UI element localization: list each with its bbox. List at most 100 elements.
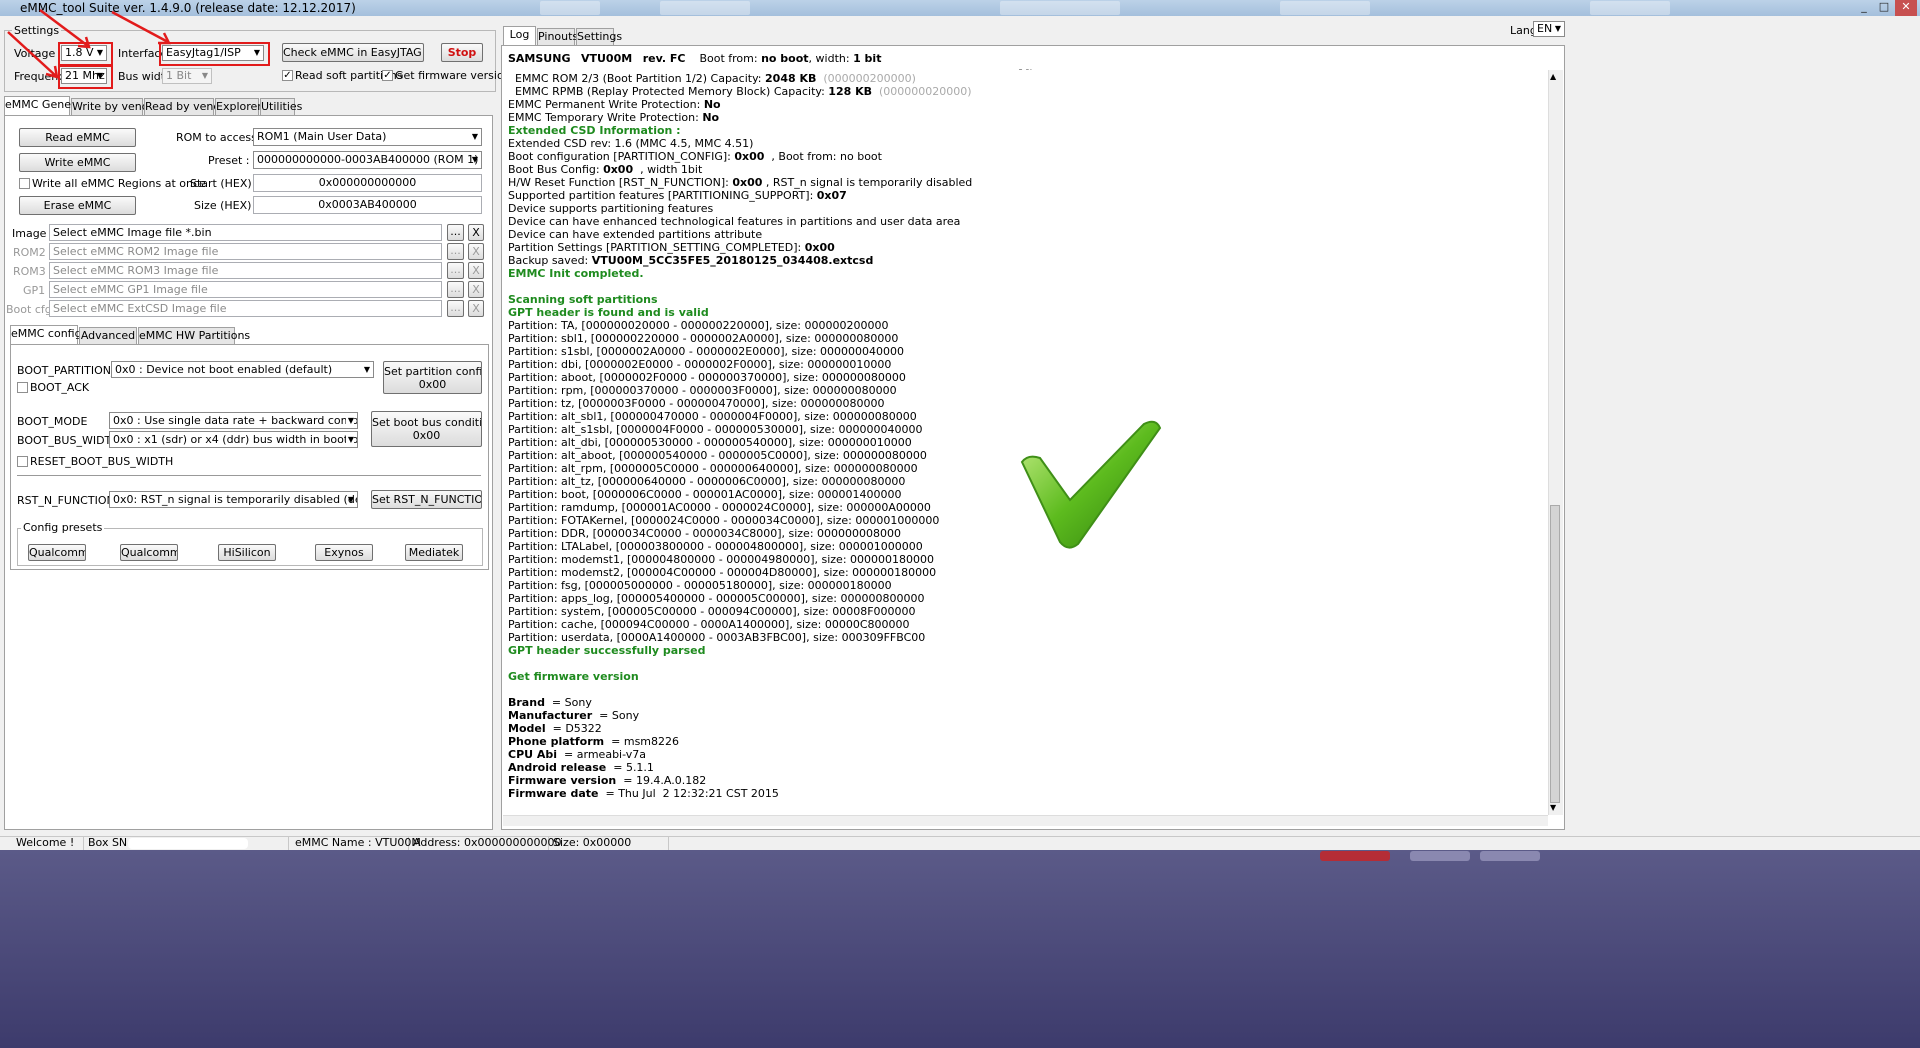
minimize-icon[interactable]: _ [1855, 0, 1873, 16]
boot-from-label: Boot from: [699, 52, 758, 65]
log-segment: Get firmware version [508, 670, 639, 683]
set-boot-bus-button[interactable]: Set boot bus conditions:0x00 [371, 411, 482, 447]
stop-button[interactable]: Stop [441, 43, 483, 62]
log-segment: No [702, 111, 720, 124]
log-line: Boot Bus Config: 0x00 , width 1bit [508, 163, 702, 176]
rom3-clear-button[interactable]: X [468, 262, 484, 279]
tab-utilities[interactable]: Utilities [260, 98, 302, 115]
preset-qualcomm-2-button[interactable]: Qualcomm 2 [120, 544, 178, 561]
boot-from-value: no boot [761, 52, 809, 65]
background-window-tab [660, 1, 750, 15]
boot-partition-en-select[interactable]: 0x0 : Device not boot enabled (default) ▼ [111, 361, 374, 378]
set-partition-config-button[interactable]: Set partition config:0x00 [383, 361, 482, 394]
log-line: Partition: alt_dbi, [000000530000 - 0000… [508, 436, 912, 449]
read-emmc-button[interactable]: Read eMMC [19, 128, 136, 147]
tab-write-by-vendor[interactable]: Write by vendor [71, 98, 160, 115]
tab-log[interactable]: Log [503, 26, 536, 46]
preset-mediatek-button[interactable]: Mediatek [405, 544, 463, 561]
tab-explorer[interactable]: Explorer [215, 98, 262, 115]
image-clear-button[interactable]: X [468, 224, 484, 241]
log-line: Scanning soft partitions [508, 293, 658, 306]
log-segment: Boot configuration [PARTITION_CONFIG]: [508, 150, 735, 163]
log-segment: , Boot from: no boot [764, 150, 882, 163]
write-emmc-button[interactable]: Write eMMC [19, 153, 136, 172]
reset-boot-bus-width-checkbox[interactable] [17, 456, 28, 467]
size-hex-input[interactable]: 0x0003AB400000 [253, 196, 482, 214]
log-segment: Partition: alt_sbl1, [000000470000 - 000… [508, 410, 917, 423]
log-line: Partition: DDR, [0000034C0000 - 0000034C… [508, 527, 901, 540]
log-segment: H/W Reset Function [RST_N_FUNCTION]: [508, 176, 733, 189]
boot-mode-select[interactable]: 0x0 : Use single data rate + backward co… [109, 412, 358, 429]
tab-emmc-hw-partitions[interactable]: eMMC HW Partitions [138, 327, 250, 344]
log-segment: = 5.1.1 [606, 761, 654, 774]
chevron-down-icon: ▼ [471, 155, 478, 164]
log-line: EMMC Temporary Write Protection: No [508, 111, 719, 124]
maximize-icon[interactable]: □ [1875, 0, 1893, 16]
scroll-down-icon[interactable]: ▼ [1550, 803, 1556, 812]
rom3-browse-button[interactable]: ... [447, 262, 464, 279]
preset-hisilicon-button[interactable]: HiSilicon [218, 544, 276, 561]
start-hex-input[interactable]: 0x000000000000 [253, 174, 482, 192]
rom2-file-input[interactable]: Select eMMC ROM2 Image file [49, 243, 442, 260]
scroll-up-icon[interactable]: ▲ [1550, 72, 1556, 81]
log-segment: GPT header is found and is valid [508, 306, 709, 319]
log-line: Device can have extended partitions attr… [508, 228, 762, 241]
boot-cfg-browse-button[interactable]: ... [447, 300, 464, 317]
log-segment: , RST_n signal is temporarily disabled [762, 176, 973, 189]
log-scrollbar-thumb[interactable] [1550, 505, 1560, 803]
log-hscrollbar[interactable] [503, 815, 1548, 826]
taskbar-item[interactable] [1480, 851, 1540, 861]
write-all-regions-checkbox[interactable] [19, 178, 30, 189]
background-window-tab [540, 1, 600, 15]
boot-bus-width-select[interactable]: 0x0 : x1 (sdr) or x4 (ddr) bus width in … [109, 431, 358, 448]
get-firmware-version-checkbox[interactable]: ✓ [382, 70, 393, 81]
log-line: Partition: fsg, [000005000000 - 00000518… [508, 579, 892, 592]
log-segment: 2048 KB [765, 72, 817, 85]
get-firmware-version-label: Get firmware version [395, 69, 511, 82]
log-line: Boot configuration [PARTITION_CONFIG]: 0… [508, 150, 882, 163]
tab-emmc-config[interactable]: eMMC config [10, 325, 82, 345]
preset-exynos-button[interactable]: Exynos [315, 544, 373, 561]
gp1-file-input[interactable]: Select eMMC GP1 Image file [49, 281, 442, 298]
boot-bus-width-value: 0x0 : x1 (sdr) or x4 (ddr) bus width in … [113, 433, 358, 446]
rst-n-function-value: 0x0: RST_n signal is temporarily disable… [113, 493, 357, 506]
image-browse-button[interactable]: ... [447, 224, 464, 241]
taskbar-item[interactable] [1320, 851, 1390, 861]
boot-ack-checkbox[interactable] [17, 382, 28, 393]
log-segment: Partition Settings [PARTITION_SETTING_CO… [508, 241, 805, 254]
tab-read-by-vendor[interactable]: Read by vendor [144, 98, 232, 115]
rom3-label: ROM3 : [13, 265, 53, 278]
erase-emmc-button[interactable]: Erase eMMC [19, 196, 136, 215]
rom3-file-input[interactable]: Select eMMC ROM3 Image file [49, 262, 442, 279]
log-segment: GPT header successfully parsed [508, 644, 706, 657]
set-rst-n-function-button[interactable]: Set RST_N_FUNCTION [371, 490, 482, 509]
preset-select[interactable]: 000000000000-0003AB400000 (ROM 1) ▼ [253, 151, 482, 169]
log-segment: Partition: alt_rpm, [0000005C0000 - 0000… [508, 462, 918, 475]
log-segment: 0x07 [816, 189, 847, 202]
log-segment: Partition: cache, [000094C00000 - 0000A1… [508, 618, 910, 631]
close-icon[interactable]: ✕ [1895, 0, 1917, 16]
rom2-clear-button[interactable]: X [468, 243, 484, 260]
boot-cfg-clear-button[interactable]: X [468, 300, 484, 317]
rom-access-select[interactable]: ROM1 (Main User Data) ▼ [253, 128, 482, 146]
check-emmc-button[interactable]: Check eMMC in EasyJTAG Port [282, 43, 424, 62]
log-segment: = D5322 [545, 722, 602, 735]
gp1-browse-button[interactable]: ... [447, 281, 464, 298]
tab-pinouts[interactable]: Pinouts [537, 28, 578, 45]
rom2-browse-button[interactable]: ... [447, 243, 464, 260]
tab-settings[interactable]: Settings [576, 28, 622, 45]
taskbar-item[interactable] [1410, 851, 1470, 861]
boot-cfg-file-input[interactable]: Select eMMC ExtCSD Image file [49, 300, 442, 317]
log-line: Partition: aboot, [0000002F0000 - 000000… [508, 371, 906, 384]
tab-emmc-general[interactable]: eMMC General [4, 96, 85, 116]
tab-advanced[interactable]: Advanced [79, 327, 137, 344]
gp1-clear-button[interactable]: X [468, 281, 484, 298]
preset-qualcomm-1-button[interactable]: Qualcomm 1 [28, 544, 86, 561]
log-segment: Partition: alt_aboot, [000000540000 - 00… [508, 449, 927, 462]
rst-n-function-select[interactable]: 0x0: RST_n signal is temporarily disable… [109, 491, 358, 508]
lang-select[interactable]: EN ▼ [1533, 21, 1565, 37]
image-file-input[interactable]: Select eMMC Image file *.bin [49, 224, 442, 241]
log-segment: = Thu Jul 2 12:32:21 CST 2015 [598, 787, 779, 800]
log-line: Android release = 5.1.1 [508, 761, 654, 774]
set-partition-config-label: Set partition config: [384, 365, 482, 378]
